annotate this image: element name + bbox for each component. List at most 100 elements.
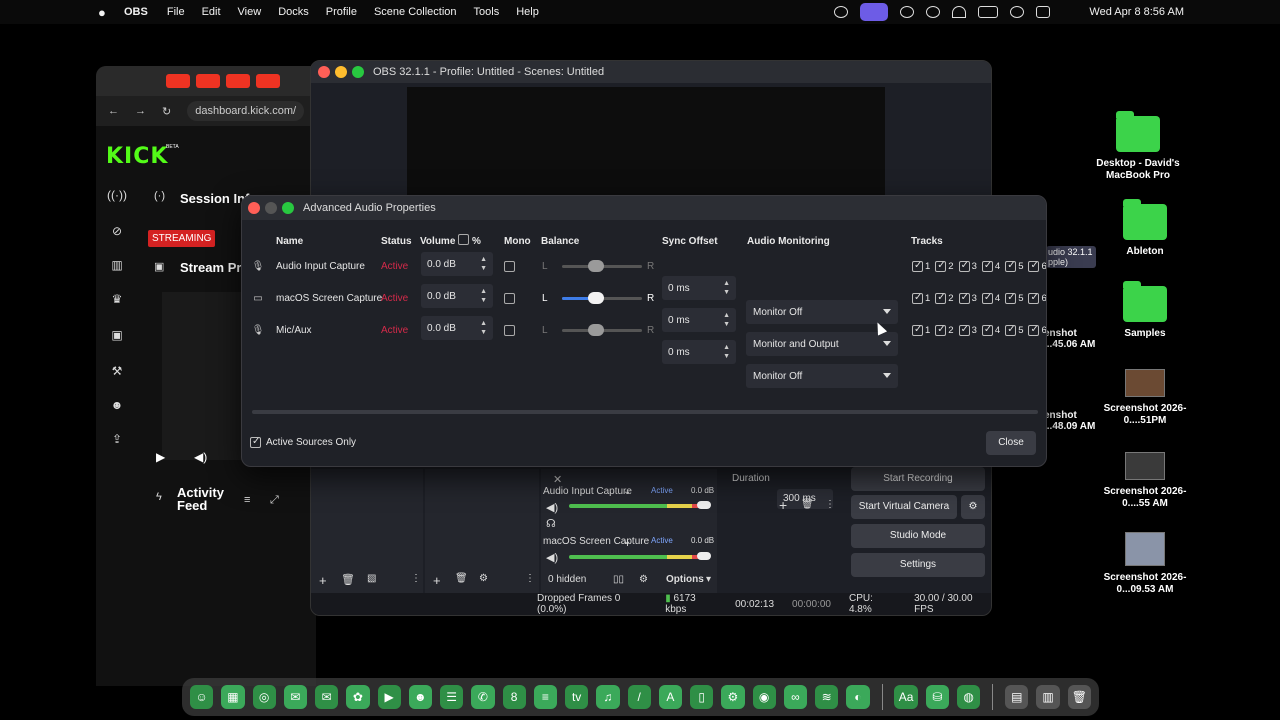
- track-6-toggle[interactable]: 6: [1028, 260, 1046, 272]
- active-sources-only-checkbox[interactable]: [250, 436, 261, 448]
- track-4-toggle[interactable]: 4: [981, 292, 1000, 304]
- search-icon[interactable]: [1010, 6, 1024, 18]
- desktop-item-label[interactable]: udio 32.1.1 pple): [1046, 246, 1096, 268]
- expand-icon[interactable]: ⤢: [270, 494, 279, 507]
- mixer-settings-icon[interactable]: ⚙: [639, 574, 648, 585]
- obs-dock-icon[interactable]: ◍: [956, 685, 981, 709]
- mono-checkbox[interactable]: [504, 260, 515, 272]
- upload-icon[interactable]: ⇪: [106, 432, 128, 446]
- app-store-icon[interactable]: A: [658, 685, 682, 709]
- menu-profile[interactable]: Profile: [326, 6, 357, 18]
- track-1-toggle[interactable]: 1: [912, 260, 930, 272]
- track-checkbox[interactable]: [1028, 292, 1040, 304]
- remove-scene-icon[interactable]: 🗑︎: [341, 573, 355, 586]
- notes-icon[interactable]: ≡: [533, 685, 557, 709]
- track-4-toggle[interactable]: 4: [981, 324, 1000, 336]
- filter-icon[interactable]: ≡: [244, 494, 250, 506]
- track-2-toggle[interactable]: 2: [935, 292, 954, 304]
- transition-menu-icon[interactable]: ⋮: [825, 499, 835, 510]
- calendar-icon[interactable]: 8: [502, 685, 526, 709]
- settings-button[interactable]: Settings: [851, 553, 985, 577]
- desktop-screenshot-2[interactable]: Screenshot 2026-0....55 AM: [1090, 452, 1200, 509]
- broadcast-icon[interactable]: ((·)): [106, 188, 128, 202]
- menu-docks[interactable]: Docks: [278, 6, 309, 18]
- creative-cloud-icon[interactable]: ∞: [783, 685, 807, 709]
- obs-preview[interactable]: [407, 87, 885, 197]
- audio-monitoring-select[interactable]: Monitor Off: [746, 364, 898, 388]
- track-checkbox[interactable]: [912, 260, 923, 272]
- link-icon[interactable]: ⊘: [106, 224, 128, 238]
- menu-tools[interactable]: Tools: [474, 6, 500, 18]
- chevron-down-icon[interactable]: ⌄: [623, 486, 631, 497]
- virtual-camera-settings-icon[interactable]: ⚙: [961, 495, 985, 519]
- balance-slider-knob[interactable]: [588, 324, 604, 336]
- tv-icon[interactable]: tv: [565, 685, 589, 709]
- url-bar[interactable]: dashboard.kick.com/: [187, 101, 305, 121]
- zoom-window-icon[interactable]: [352, 66, 364, 78]
- track-3-toggle[interactable]: 3: [958, 260, 977, 272]
- desktop-screenshot-3[interactable]: Screenshot 2026-0...09.53 AM: [1090, 532, 1200, 595]
- headphones-icon[interactable]: ☊: [546, 517, 556, 530]
- start-virtual-camera-button[interactable]: Start Virtual Camera: [851, 495, 957, 519]
- speaker-icon[interactable]: ◀): [546, 551, 558, 564]
- sync-offset-field[interactable]: 0 ms ▲ ▼: [662, 340, 736, 364]
- track-checkbox[interactable]: [958, 260, 970, 272]
- ableton-live-icon[interactable]: ≋: [815, 685, 839, 709]
- disk-utility-icon[interactable]: ⛁: [925, 685, 949, 709]
- launchpad-icon[interactable]: ▦: [221, 685, 245, 709]
- desktop-folder-macbook[interactable]: Desktop - David's MacBook Pro: [1083, 111, 1193, 181]
- close-window-icon[interactable]: [318, 66, 330, 78]
- source-settings-icon[interactable]: ⚙: [479, 573, 488, 584]
- volume-stepper-icon[interactable]: ▲ ▼: [480, 287, 487, 305]
- downloads-stack-icon[interactable]: ▥: [1036, 685, 1060, 709]
- add-source-icon[interactable]: +: [433, 573, 441, 588]
- track-checkbox[interactable]: [981, 260, 993, 272]
- desktop-screenshot-1[interactable]: Screenshot 2026-0....51PM: [1090, 369, 1200, 426]
- youtube-tab-icon[interactable]: [166, 74, 190, 88]
- menu-view[interactable]: View: [238, 6, 262, 18]
- play-icon[interactable]: [926, 6, 940, 18]
- desktop-item-label[interactable]: enshot ...48.09 AM: [1044, 410, 1104, 432]
- kick-logo[interactable]: KICK: [106, 144, 168, 169]
- volume-field[interactable]: 0.0 dB ▲ ▼: [421, 316, 493, 340]
- active-sources-only-option[interactable]: Active Sources Only: [250, 436, 356, 448]
- desktop-folder-samples[interactable]: Samples: [1090, 281, 1200, 340]
- volume-field[interactable]: 0.0 dB ▲ ▼: [421, 284, 493, 308]
- track-checkbox[interactable]: [958, 324, 970, 336]
- steam-icon[interactable]: ◐: [846, 685, 870, 709]
- options-menu[interactable]: Options: [666, 574, 704, 585]
- mixer-layout-icon[interactable]: ▯▯: [613, 574, 624, 585]
- reload-icon[interactable]: ↻: [162, 105, 171, 118]
- chrome-icon[interactable]: ◉: [752, 685, 776, 709]
- close-dialog-icon[interactable]: [248, 202, 260, 214]
- track-checkbox[interactable]: [958, 292, 970, 304]
- phone-icon[interactable]: ✆: [471, 685, 495, 709]
- track-checkbox[interactable]: [1028, 260, 1040, 272]
- zoom-dialog-icon[interactable]: [282, 202, 294, 214]
- close-button[interactable]: Close: [986, 431, 1036, 455]
- studio-mode-button[interactable]: Studio Mode: [851, 524, 985, 548]
- document-icon[interactable]: ▤: [1005, 685, 1029, 709]
- obs-tray-icon[interactable]: [900, 6, 914, 18]
- reminders-icon[interactable]: ☰: [440, 685, 464, 709]
- analytics-icon[interactable]: ▥: [106, 258, 128, 272]
- balance-slider-knob[interactable]: [588, 292, 604, 304]
- volume-slider-knob[interactable]: [697, 552, 711, 560]
- track-checkbox[interactable]: [1005, 292, 1017, 304]
- speaker-icon[interactable]: ◀): [546, 501, 558, 514]
- add-scene-icon[interactable]: +: [319, 573, 327, 588]
- menu-scene-collection[interactable]: Scene Collection: [374, 6, 457, 18]
- finder-icon[interactable]: ☺: [190, 685, 214, 709]
- messages-icon[interactable]: ✉: [283, 685, 307, 709]
- minimize-window-icon[interactable]: [335, 66, 347, 78]
- forward-icon[interactable]: →: [135, 105, 146, 117]
- track-checkbox[interactable]: [981, 324, 993, 336]
- source-menu-icon[interactable]: ⋮: [525, 573, 535, 584]
- track-1-toggle[interactable]: 1: [912, 292, 930, 304]
- apple-menu-icon[interactable]: ●: [98, 5, 114, 20]
- track-5-toggle[interactable]: 5: [1005, 260, 1023, 272]
- remove-source-icon[interactable]: 🗑︎: [455, 573, 468, 584]
- track-5-toggle[interactable]: 5: [1005, 324, 1023, 336]
- scene-filter-icon[interactable]: ▧: [367, 573, 376, 584]
- desktop-folder-ableton[interactable]: Ableton: [1090, 199, 1200, 258]
